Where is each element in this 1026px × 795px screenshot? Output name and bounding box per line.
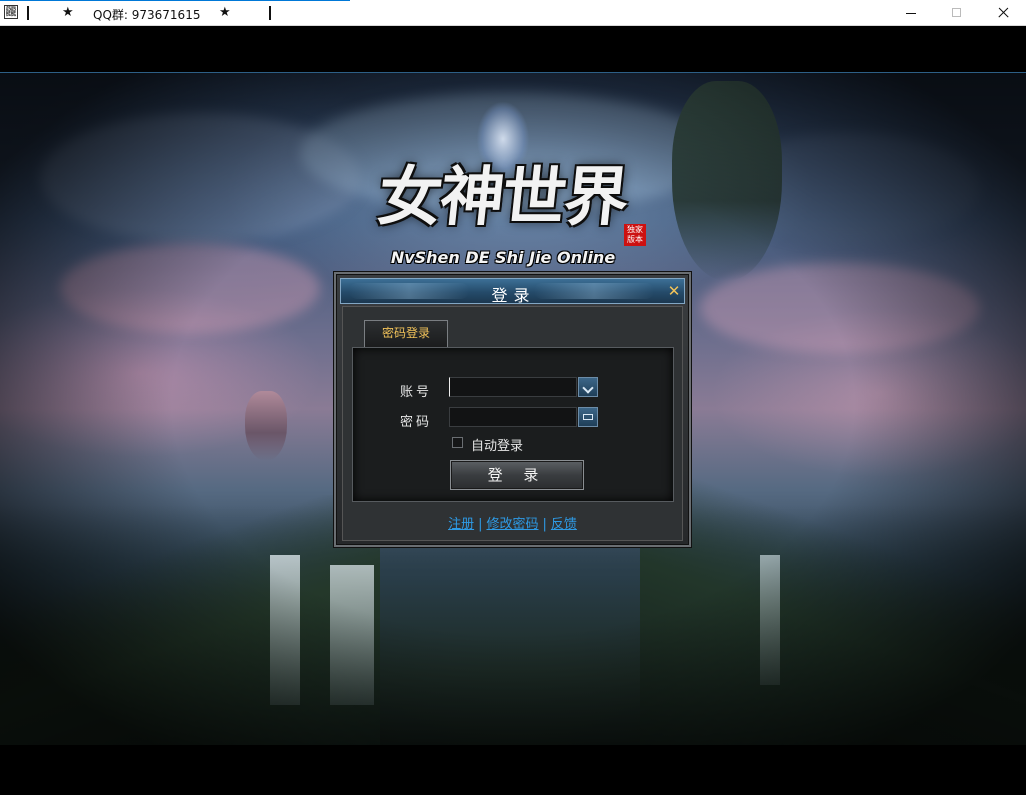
- dialog-header: 登录 ✕: [340, 278, 685, 305]
- letterbox-bottom: [0, 745, 1026, 795]
- auto-login-label[interactable]: 自动登录: [471, 435, 523, 454]
- window-close-button[interactable]: [980, 0, 1026, 26]
- keyboard-icon: [583, 414, 593, 420]
- feedback-link[interactable]: 反馈: [551, 517, 577, 532]
- window-title: QQ群: 973671615: [93, 8, 201, 22]
- logo-seal: 独家版本: [624, 224, 646, 246]
- link-separator: |: [478, 517, 483, 532]
- dialog-links: 注册 | 修改密码 | 反馈: [336, 513, 689, 532]
- star-icon: ★: [62, 5, 74, 20]
- window-title-bar: 龖 ★ QQ群: 973671615 ★: [0, 0, 1026, 26]
- title-divider: [27, 6, 29, 20]
- account-input[interactable]: [449, 377, 577, 397]
- link-separator: |: [542, 517, 547, 532]
- change-password-link[interactable]: 修改密码: [486, 517, 538, 532]
- soft-keyboard-button[interactable]: [578, 407, 598, 427]
- password-label: 密码: [400, 415, 433, 430]
- title-bar-accent: [0, 0, 350, 1]
- dialog-title: 登录: [491, 286, 536, 305]
- minimize-icon: [906, 13, 916, 14]
- dialog-close-button[interactable]: ✕: [666, 282, 682, 300]
- password-input[interactable]: [449, 407, 577, 427]
- auto-login-checkbox[interactable]: [452, 437, 463, 448]
- maximize-button[interactable]: [934, 0, 980, 26]
- account-label: 账号: [400, 385, 433, 400]
- app-icon: 龖: [4, 5, 18, 19]
- tab-label: 密码登录: [381, 326, 430, 340]
- login-button[interactable]: 登 录: [450, 460, 584, 490]
- login-dialog: 登录 ✕ 密码登录 账号 密码 自动登录 登 录 注册 | 修改密码 | 反馈: [334, 272, 691, 547]
- game-logo-title: 女神世界: [374, 160, 631, 235]
- maximize-icon: [952, 8, 961, 17]
- letterbox-top: [0, 26, 1026, 72]
- account-dropdown-button[interactable]: [578, 377, 598, 397]
- login-button-label: 登 录: [487, 466, 547, 484]
- title-divider: [269, 6, 271, 20]
- register-link[interactable]: 注册: [448, 517, 474, 532]
- star-icon: ★: [219, 5, 231, 20]
- game-logo-subtitle: NvShen DE Shi Jie Online: [390, 248, 616, 267]
- chevron-down-icon: [582, 382, 594, 394]
- minimize-button[interactable]: [888, 0, 934, 26]
- tab-password-login[interactable]: 密码登录: [364, 320, 448, 347]
